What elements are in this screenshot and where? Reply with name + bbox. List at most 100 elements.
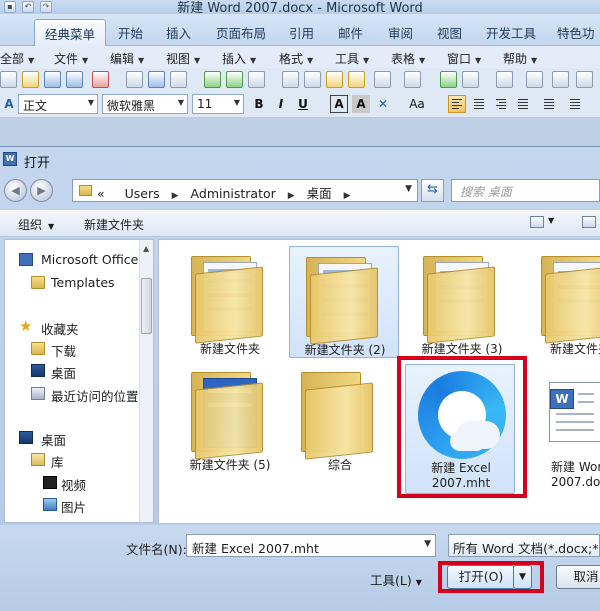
nav-item-desktop[interactable]: 桌面	[5, 361, 153, 381]
menu-view[interactable]: 视图 ▼	[166, 50, 200, 67]
align-right-button[interactable]	[492, 95, 510, 113]
breadcrumb-overflow[interactable]: «	[97, 186, 105, 201]
research-icon[interactable]	[226, 71, 243, 88]
tools-button[interactable]: 工具(L) ▼	[370, 570, 422, 589]
nav-item-pictures[interactable]: 图片	[5, 495, 153, 515]
table-icon[interactable]	[462, 71, 479, 88]
underline-button[interactable]: U	[294, 95, 312, 113]
justify-button[interactable]	[514, 95, 532, 113]
page-view-icon[interactable]	[170, 71, 187, 88]
menu-insert[interactable]: 插入 ▼	[222, 50, 256, 67]
menu-file[interactable]: 文件 ▼	[54, 50, 88, 67]
spelling-icon[interactable]	[204, 71, 221, 88]
style-select[interactable]: 正文 ▼	[18, 94, 98, 114]
preview-pane-icon[interactable]	[582, 216, 596, 228]
distributed-button[interactable]	[540, 95, 558, 113]
change-case-button[interactable]: Aa	[404, 95, 430, 113]
cut-icon[interactable]	[282, 71, 299, 88]
menu-edit[interactable]: 编辑 ▼	[110, 50, 144, 67]
folder-item[interactable]: 综合	[285, 362, 395, 474]
tab-review[interactable]: 审阅	[388, 23, 413, 42]
breadcrumb-administrator[interactable]: Administrator	[191, 186, 276, 201]
nav-item-templates[interactable]: Templates	[5, 273, 153, 293]
view-options-icon[interactable]	[530, 216, 544, 228]
scroll-thumb[interactable]	[141, 278, 152, 334]
paste-icon[interactable]	[326, 71, 343, 88]
breadcrumb-users[interactable]: Users	[125, 186, 160, 201]
columns-icon[interactable]	[496, 71, 513, 88]
nav-item-videos[interactable]: 视频	[5, 473, 153, 493]
new-folder-button[interactable]: 新建文件夹	[84, 216, 144, 233]
align-left-button[interactable]	[448, 95, 466, 113]
nav-scrollbar[interactable]: ▲	[139, 240, 153, 522]
tab-home[interactable]: 开始	[118, 23, 143, 42]
scroll-up-icon[interactable]: ▲	[143, 244, 149, 253]
address-bar[interactable]: « Users ▶ Administrator ▶ 桌面 ▶ ▼	[72, 179, 418, 202]
nav-item-favorites[interactable]: ★ 收藏夹	[5, 317, 153, 338]
nav-item-libraries[interactable]: 库	[5, 450, 153, 470]
view-dropdown-icon[interactable]: ▼	[548, 216, 554, 225]
print-icon[interactable]	[126, 71, 143, 88]
tab-developer[interactable]: 开发工具	[486, 23, 536, 42]
folder-icon	[301, 368, 377, 460]
translate-icon[interactable]	[248, 71, 265, 88]
filename-input[interactable]: 新建 Excel 2007.mht ▼	[186, 534, 436, 557]
menu-all[interactable]: 全部 ▼	[0, 50, 34, 67]
pdf-icon[interactable]	[92, 71, 109, 88]
print-preview-icon[interactable]	[148, 71, 165, 88]
nav-item-microsoft-office[interactable]: Microsoft Office	[5, 250, 153, 270]
folder-item[interactable]: 新建文件夹 (2)	[289, 246, 399, 358]
drawing-icon[interactable]	[526, 71, 543, 88]
folder-item[interactable]: 新建文件夹 (5)	[175, 362, 285, 474]
align-center-button[interactable]	[470, 95, 488, 113]
tab-insert[interactable]: 插入	[166, 23, 191, 42]
open-folder-icon[interactable]	[22, 71, 39, 88]
folder-item[interactable]: 新建文件夹	[525, 246, 600, 358]
tab-page-layout[interactable]: 页面布局	[216, 23, 266, 42]
line-spacing-button[interactable]	[566, 95, 584, 113]
nav-item-downloads[interactable]: 下载	[5, 339, 153, 359]
file-item[interactable]: W 新建 Wor 2007.do	[521, 364, 600, 494]
tab-classic-menu[interactable]: 经典菜单	[34, 19, 107, 47]
menu-window[interactable]: 窗口 ▼	[447, 50, 481, 67]
menu-format[interactable]: 格式 ▼	[279, 50, 313, 67]
nav-item-desktop-root[interactable]: 桌面	[5, 428, 153, 448]
cancel-button[interactable]: 取消	[556, 565, 600, 589]
format-painter-icon[interactable]	[348, 71, 365, 88]
zoom-icon[interactable]	[576, 71, 593, 88]
organize-button[interactable]: 组织 ▼	[18, 216, 54, 233]
char-border-button[interactable]: A	[330, 95, 348, 113]
menu-table[interactable]: 表格 ▼	[391, 50, 425, 67]
chevron-down-icon[interactable]: ▼	[424, 539, 431, 549]
search-input[interactable]: 搜索 桌面	[451, 179, 600, 202]
text-effects-icon[interactable]: ✕	[374, 95, 392, 113]
menu-tools[interactable]: 工具 ▼	[335, 50, 369, 67]
forward-button[interactable]: ▶	[30, 179, 53, 202]
tab-references[interactable]: 引用	[289, 23, 314, 42]
address-dropdown-icon[interactable]: ▼	[405, 184, 412, 194]
folder-item[interactable]: 新建文件夹 (3)	[407, 246, 517, 358]
hyperlink-icon[interactable]	[440, 71, 457, 88]
styles-icon[interactable]: A	[0, 95, 18, 113]
new-document-icon[interactable]	[0, 71, 17, 88]
italic-button[interactable]: I	[272, 95, 290, 113]
back-button[interactable]: ◀	[4, 179, 27, 202]
filetype-select[interactable]: 所有 Word 文档(*.docx;*.do	[448, 534, 600, 557]
refresh-button[interactable]: ⇆	[421, 179, 444, 202]
menu-help[interactable]: 帮助 ▼	[503, 50, 537, 67]
save-icon[interactable]	[44, 71, 61, 88]
font-select[interactable]: 微软雅黑 ▼	[102, 94, 188, 114]
breadcrumb-desktop[interactable]: 桌面	[307, 186, 332, 201]
folder-item[interactable]: 新建文件夹	[175, 246, 285, 358]
permission-icon[interactable]	[66, 71, 83, 88]
tab-view[interactable]: 视图	[437, 23, 462, 42]
nav-item-recent-places[interactable]: 最近访问的位置	[5, 384, 153, 404]
document-map-icon[interactable]	[552, 71, 569, 88]
undo-icon[interactable]	[374, 71, 391, 88]
char-shading-button[interactable]: A	[352, 95, 370, 113]
tab-mailings[interactable]: 邮件	[338, 23, 363, 42]
copy-icon[interactable]	[304, 71, 321, 88]
redo-icon[interactable]	[404, 71, 421, 88]
font-size-select[interactable]: 11 ▼	[192, 94, 244, 114]
bold-button[interactable]: B	[250, 95, 268, 113]
